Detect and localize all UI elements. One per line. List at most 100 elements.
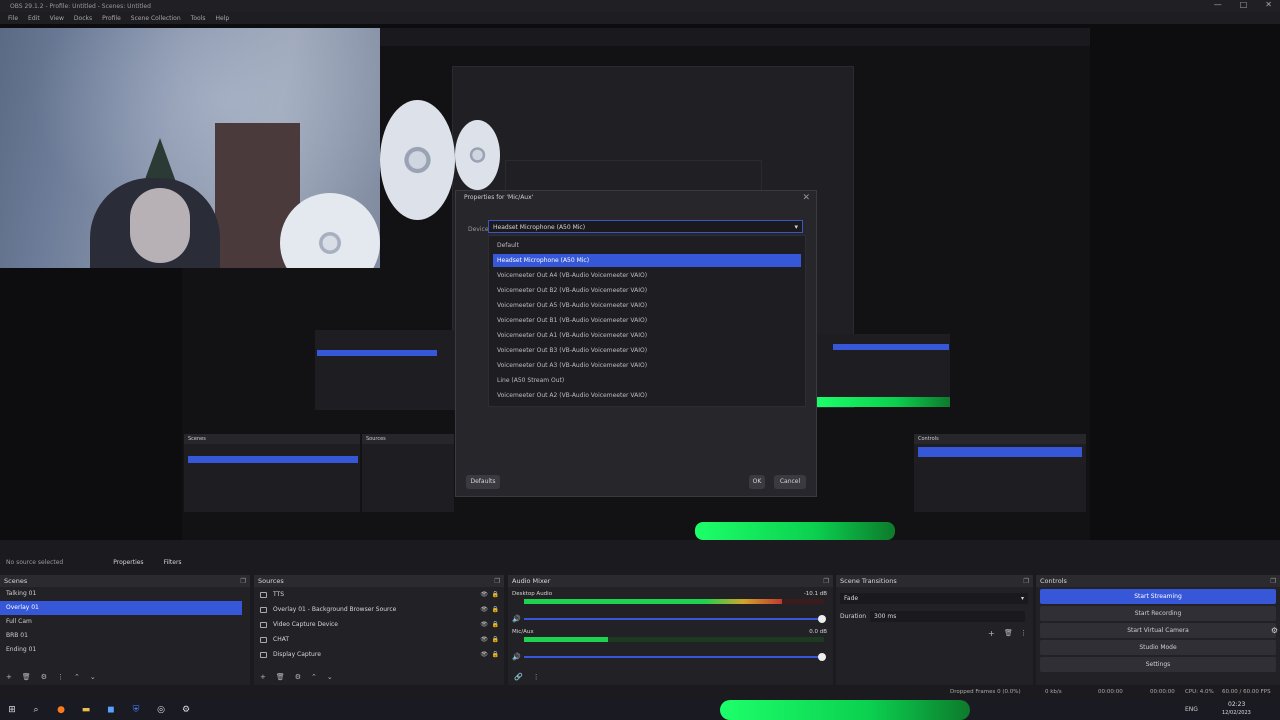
lock-icon[interactable]: 🔒 bbox=[492, 632, 499, 647]
store-icon[interactable]: ◼ bbox=[105, 704, 117, 716]
close-icon[interactable]: ✕ bbox=[802, 193, 810, 203]
menu-tools[interactable]: Tools bbox=[191, 15, 206, 22]
lock-icon[interactable]: 🔒 bbox=[492, 617, 499, 632]
clock-time[interactable]: 02:23 bbox=[1228, 701, 1245, 708]
source-item[interactable]: CHAT 👁 🔒 bbox=[254, 632, 504, 647]
clock-date[interactable]: 12/02/2023 bbox=[1222, 710, 1251, 716]
filters-button[interactable]: Filters bbox=[164, 559, 182, 566]
gear-icon[interactable]: ⚙ bbox=[1271, 623, 1278, 638]
speaker-icon[interactable]: 🔊 bbox=[512, 615, 521, 623]
device-option-selected[interactable]: Headset Microphone (A50 Mic) bbox=[493, 254, 801, 267]
dock-float-icon[interactable]: ❐ bbox=[240, 575, 246, 587]
windows-start-icon[interactable]: ⊞ bbox=[6, 704, 18, 716]
device-option[interactable]: Voicemeeter Out B3 (VB-Audio Voicemeeter… bbox=[493, 344, 801, 357]
volume-slider-handle[interactable] bbox=[818, 653, 826, 661]
menu-profile[interactable]: Profile bbox=[102, 15, 121, 22]
close-button[interactable]: ✕ bbox=[1265, 0, 1272, 9]
search-icon[interactable]: ⌕ bbox=[30, 704, 42, 716]
menu-docks[interactable]: Docks bbox=[74, 15, 92, 22]
trash-icon[interactable]: 🗑 bbox=[276, 673, 285, 681]
volume-slider[interactable] bbox=[524, 656, 824, 658]
eye-icon[interactable]: 👁 bbox=[480, 617, 488, 632]
source-item[interactable]: Overlay 01 - Background Browser Source 👁 🔒 bbox=[254, 602, 504, 617]
source-item[interactable]: Video Capture Device 👁 🔒 bbox=[254, 617, 504, 632]
language-indicator[interactable]: ENG bbox=[1185, 706, 1198, 713]
menu-scene-collection[interactable]: Scene Collection bbox=[131, 15, 181, 22]
device-combobox[interactable]: Headset Microphone (A50 Mic) ▾ bbox=[488, 220, 803, 233]
gear-icon[interactable]: ⚙ bbox=[180, 704, 192, 716]
start-recording-button[interactable]: Start Recording bbox=[1040, 606, 1276, 621]
menu-icon[interactable]: ⋮ bbox=[1020, 629, 1027, 637]
dock-float-icon[interactable]: ❐ bbox=[1270, 575, 1276, 587]
up-icon[interactable]: ⌃ bbox=[74, 673, 80, 681]
add-icon[interactable]: + bbox=[260, 673, 266, 681]
volume-slider-handle[interactable] bbox=[818, 615, 826, 623]
eye-icon[interactable]: 👁 bbox=[480, 602, 488, 617]
speaker-icon[interactable]: 🔊 bbox=[512, 653, 521, 661]
scene-item-selected[interactable]: Overlay 01 bbox=[0, 601, 242, 615]
firefox-icon[interactable]: ● bbox=[55, 704, 67, 716]
menu-icon[interactable]: ⋮ bbox=[57, 673, 64, 681]
transition-type: Fade bbox=[844, 595, 859, 602]
up-icon[interactable]: ⌃ bbox=[311, 673, 317, 681]
device-option[interactable]: Voicemeeter Out A1 (VB-Audio Voicemeeter… bbox=[493, 329, 801, 342]
device-option[interactable]: Voicemeeter Out A4 (VB-Audio Voicemeeter… bbox=[493, 269, 801, 282]
dock-float-icon[interactable]: ❐ bbox=[494, 575, 500, 587]
start-virtual-camera-button[interactable]: Start Virtual Camera ⚙ bbox=[1040, 623, 1278, 638]
dock-float-icon[interactable]: ❐ bbox=[823, 575, 829, 587]
scene-item[interactable]: Talking 01 bbox=[0, 587, 250, 601]
gear-icon[interactable]: ⚙ bbox=[295, 673, 301, 681]
scene-item[interactable]: Ending 01 bbox=[0, 643, 250, 657]
scene-item[interactable]: BRB 01 bbox=[0, 629, 250, 643]
eye-icon[interactable]: 👁 bbox=[480, 587, 488, 602]
source-item[interactable]: TTS 👁 🔒 bbox=[254, 587, 504, 602]
eye-icon[interactable]: 👁 bbox=[480, 632, 488, 647]
trash-icon[interactable]: 🗑 bbox=[1004, 629, 1013, 637]
properties-button[interactable]: Properties bbox=[113, 559, 143, 566]
minimize-button[interactable]: — bbox=[1214, 0, 1222, 9]
down-icon[interactable]: ⌄ bbox=[90, 673, 96, 681]
sources-title: Sources bbox=[258, 577, 284, 585]
menu-help[interactable]: Help bbox=[215, 15, 229, 22]
lock-icon[interactable]: 🔒 bbox=[492, 647, 499, 662]
menu-view[interactable]: View bbox=[50, 15, 64, 22]
eye-icon[interactable]: 👁 bbox=[480, 647, 488, 662]
transition-select[interactable]: Fade ▾ bbox=[840, 593, 1028, 604]
menu-file[interactable]: File bbox=[8, 15, 18, 22]
device-option[interactable]: Voicemeeter Out A3 (VB-Audio Voicemeeter… bbox=[493, 359, 801, 372]
source-item[interactable]: Display Capture 👁 🔒 bbox=[254, 647, 504, 662]
maximize-button[interactable]: □ bbox=[1240, 0, 1248, 9]
cancel-button[interactable]: Cancel bbox=[774, 475, 806, 489]
link-icon[interactable]: 🔗 bbox=[514, 673, 523, 681]
add-icon[interactable]: + bbox=[988, 629, 995, 638]
shield-icon[interactable]: ⛨ bbox=[130, 704, 142, 716]
settings-button[interactable]: Settings bbox=[1040, 657, 1276, 672]
ok-button[interactable]: OK bbox=[749, 475, 765, 489]
device-option[interactable]: Voicemeeter Out A2 (VB-Audio Voicemeeter… bbox=[493, 389, 801, 402]
device-option[interactable]: Voicemeeter Out B2 (VB-Audio Voicemeeter… bbox=[493, 284, 801, 297]
start-streaming-button[interactable]: Start Streaming bbox=[1040, 589, 1276, 604]
menu-icon[interactable]: ⋮ bbox=[533, 673, 540, 681]
device-option[interactable]: Voicemeeter Out A5 (VB-Audio Voicemeeter… bbox=[493, 299, 801, 312]
device-option[interactable]: Voicemeeter Out B1 (VB-Audio Voicemeeter… bbox=[493, 314, 801, 327]
trash-icon[interactable]: 🗑 bbox=[22, 673, 31, 681]
nested-start-streaming-2 bbox=[833, 344, 949, 350]
menu-edit[interactable]: Edit bbox=[28, 15, 40, 22]
scene-item[interactable]: Full Cam bbox=[0, 615, 250, 629]
volume-slider[interactable] bbox=[524, 618, 824, 620]
device-option[interactable]: Default bbox=[493, 239, 801, 252]
source-label: TTS bbox=[273, 591, 285, 598]
defaults-button[interactable]: Defaults bbox=[466, 475, 500, 489]
studio-mode-button[interactable]: Studio Mode bbox=[1040, 640, 1276, 655]
lock-icon[interactable]: 🔒 bbox=[492, 602, 499, 617]
filter-icon[interactable]: ⚙ bbox=[41, 673, 47, 681]
down-icon[interactable]: ⌄ bbox=[327, 673, 333, 681]
duration-input[interactable]: 300 ms bbox=[870, 611, 1025, 622]
obs-icon[interactable]: ◎ bbox=[155, 704, 167, 716]
folder-icon[interactable]: ▬ bbox=[80, 704, 92, 716]
lock-icon[interactable]: 🔒 bbox=[492, 587, 499, 602]
dock-float-icon[interactable]: ❐ bbox=[1023, 575, 1029, 587]
nested-scenes-dock: Scenes bbox=[184, 434, 360, 512]
add-icon[interactable]: + bbox=[6, 673, 12, 681]
device-option[interactable]: Line (A50 Stream Out) bbox=[493, 374, 801, 387]
